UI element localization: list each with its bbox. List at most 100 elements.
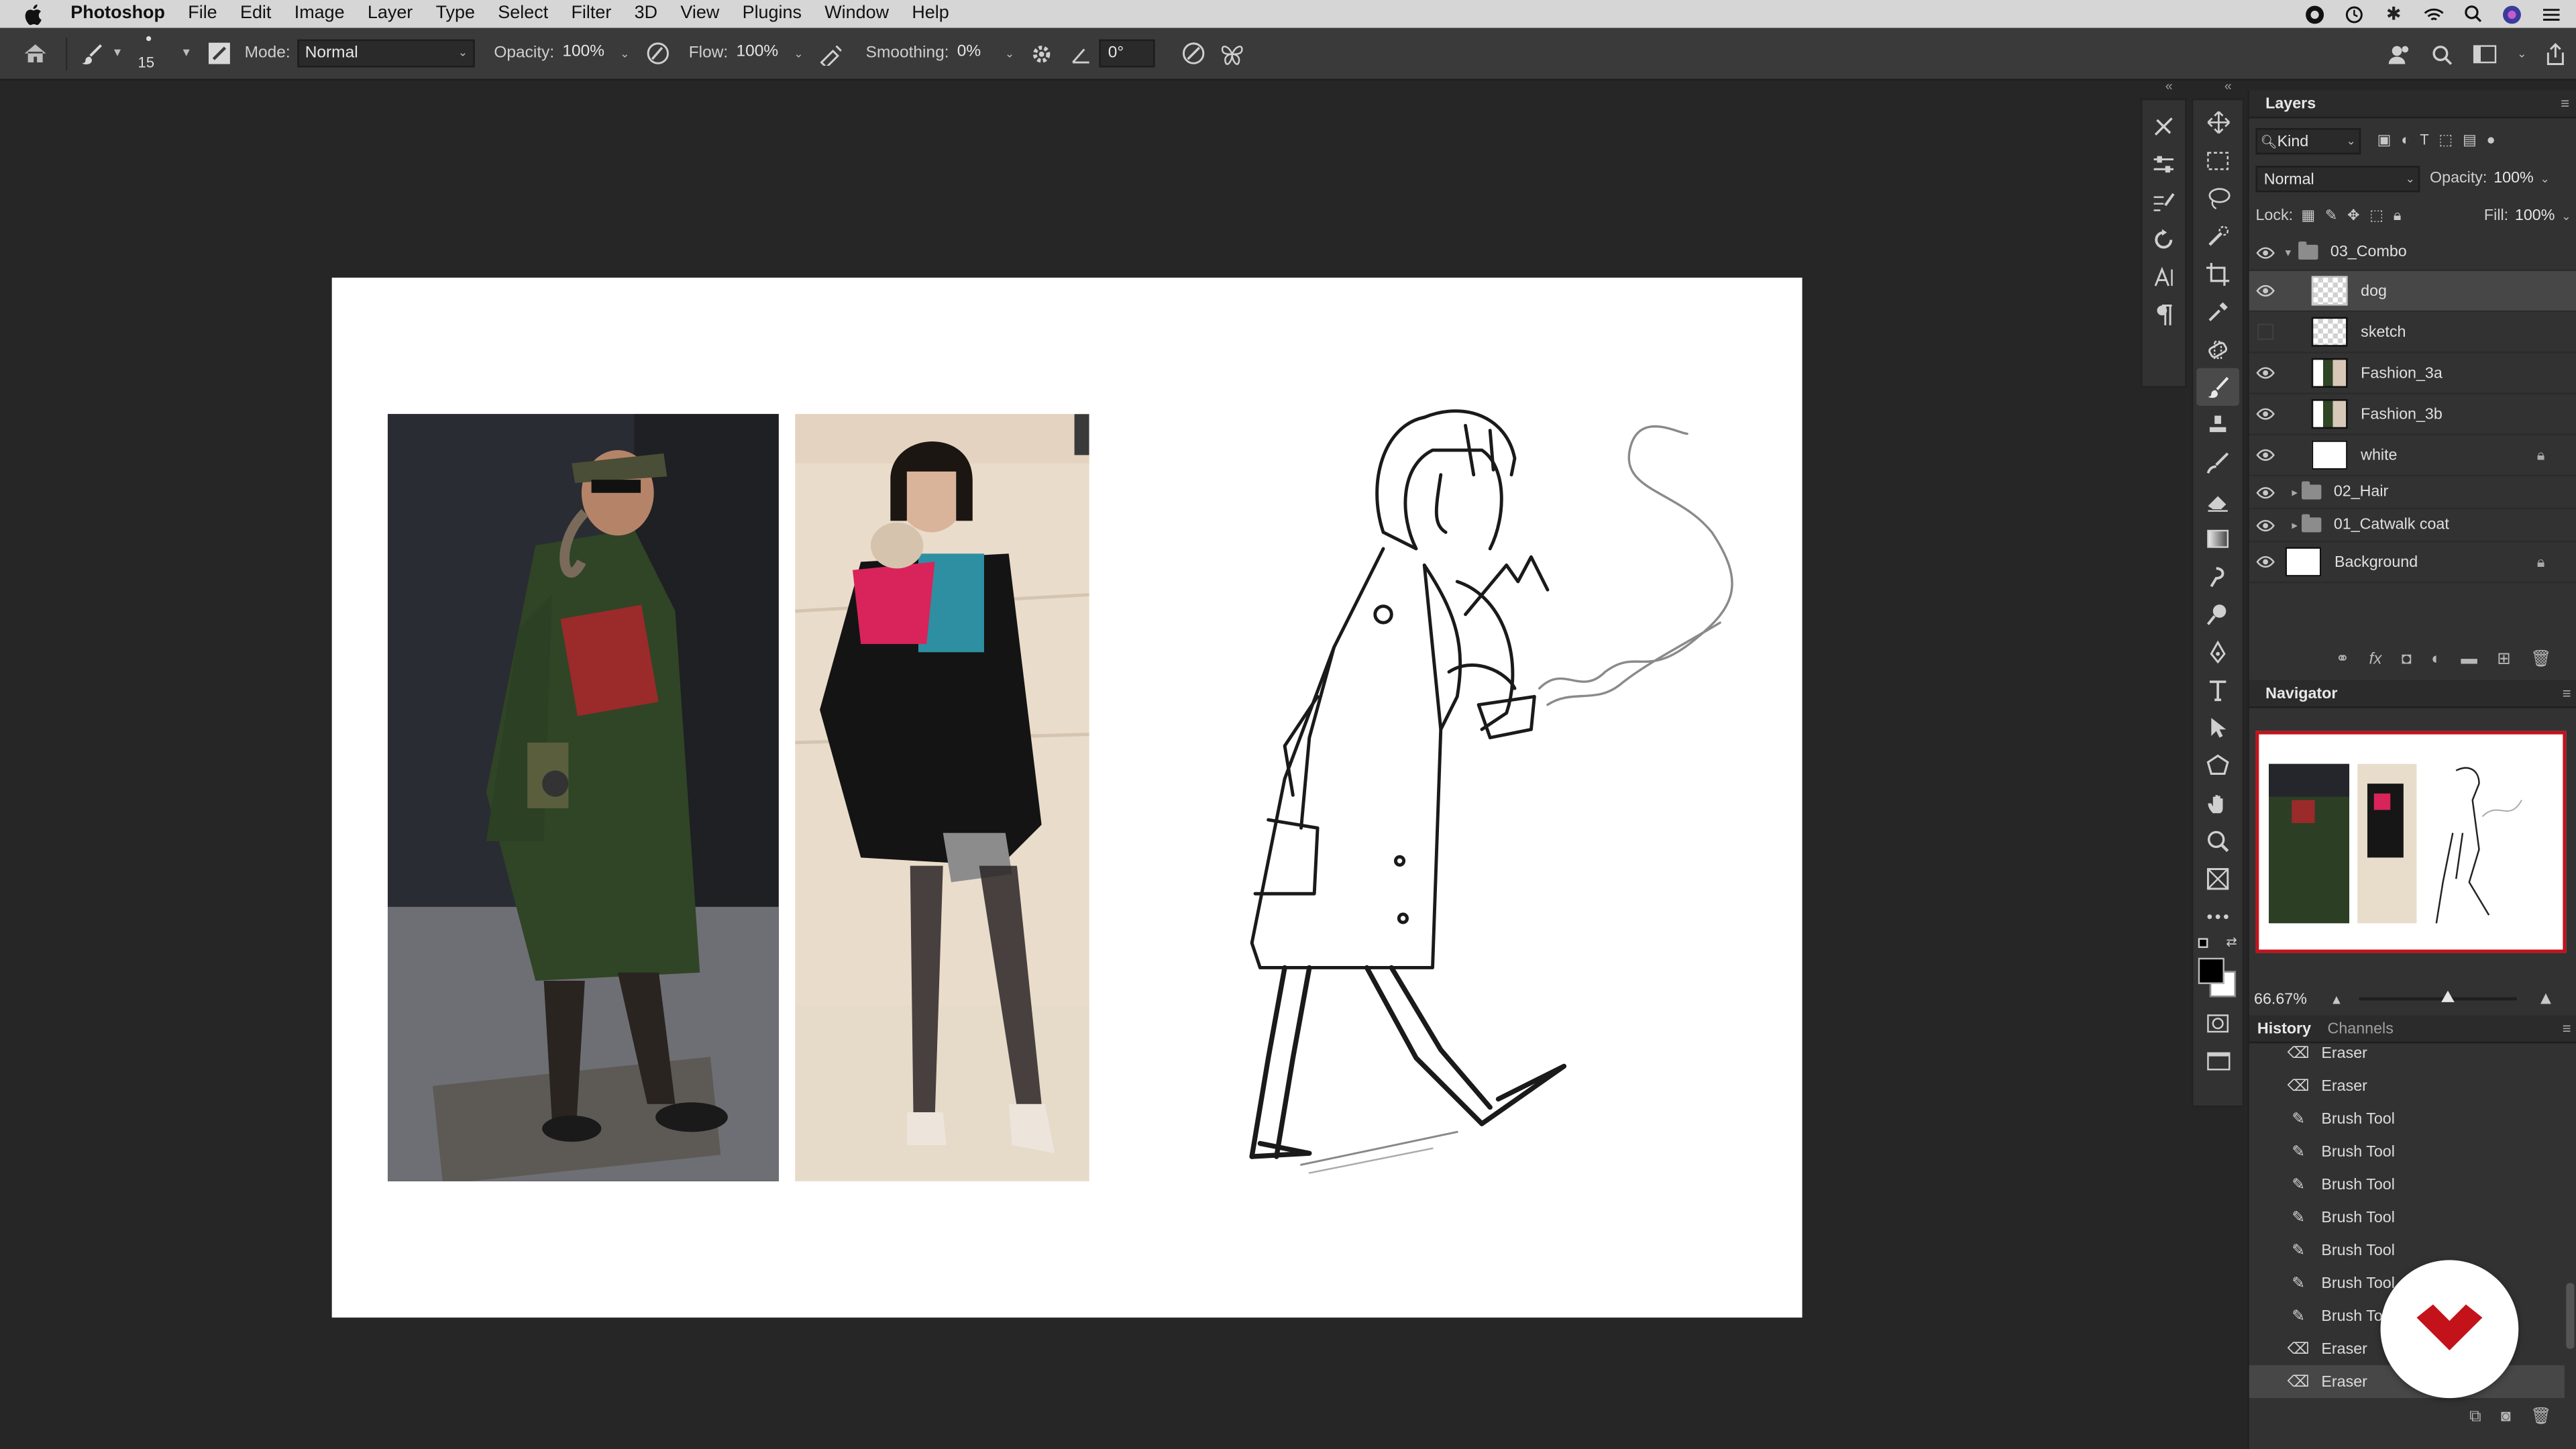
history-item[interactable]: ⌫ Eraser	[2249, 1036, 2565, 1069]
lock-all-icon[interactable]: 🔒︎	[2394, 207, 2402, 225]
group-expanded-chevron-icon[interactable]: ▾	[2286, 246, 2292, 259]
zoom-slider-handle[interactable]	[2441, 990, 2455, 1002]
history-item[interactable]: ✎ Brush Tool	[2249, 1201, 2565, 1234]
new-group-icon[interactable]: ▬	[2461, 651, 2477, 669]
menu-plugins[interactable]: Plugins	[731, 0, 813, 28]
frame-tool-icon[interactable]	[2196, 859, 2239, 897]
visibility-eye-icon[interactable]	[2249, 519, 2282, 532]
clone-stamp-tool-icon[interactable]	[2196, 406, 2239, 443]
flow-input[interactable]: 100%	[735, 40, 781, 68]
pen-tool-icon[interactable]	[2196, 633, 2239, 670]
history-rotate-icon[interactable]	[2142, 220, 2185, 258]
navigator-preview[interactable]	[2255, 731, 2567, 953]
menu-3d[interactable]: 3D	[623, 0, 669, 28]
smoothing-settings-gear-icon[interactable]	[1028, 39, 1057, 68]
workspace-chevron-icon[interactable]: ⌄	[2517, 48, 2526, 60]
delete-layer-icon[interactable]: 🗑︎	[2530, 651, 2551, 669]
airbrush-icon[interactable]	[816, 39, 846, 68]
fill-chevron-icon[interactable]: ⌄	[2561, 209, 2571, 223]
spotlight-search-icon[interactable]	[2461, 3, 2484, 25]
record-icon[interactable]	[2303, 3, 2326, 25]
smudge-tool-icon[interactable]	[2196, 557, 2239, 594]
history-item[interactable]: ✎ Brush Tool	[2249, 1102, 2565, 1135]
swap-colors-icon[interactable]: ⇄	[2226, 934, 2237, 949]
brush-angle-input[interactable]: 0°	[1099, 39, 1156, 68]
new-layer-icon[interactable]: ⊞	[2497, 651, 2511, 669]
collapse-panel-left-icon[interactable]: «	[2165, 79, 2173, 94]
visibility-eye-icon[interactable]	[2249, 407, 2282, 421]
lasso-tool-icon[interactable]	[2196, 179, 2239, 217]
brush-settings-panel-icon[interactable]	[205, 39, 235, 68]
pressure-size-icon[interactable]	[1179, 39, 1208, 68]
search-icon[interactable]	[2426, 40, 2456, 69]
lock-artboard-icon[interactable]: ⬚	[2369, 207, 2383, 225]
filter-adjustment-icon[interactable]: ◐	[2401, 131, 2410, 150]
share-users-icon[interactable]	[2384, 40, 2414, 69]
quick-mask-icon[interactable]	[2196, 1004, 2239, 1041]
link-layers-icon[interactable]: ⚭	[2336, 651, 2350, 669]
properties-panel-icon[interactable]	[2142, 107, 2185, 144]
menu-select[interactable]: Select	[486, 0, 559, 28]
menu-app-name[interactable]: Photoshop	[59, 0, 176, 28]
navigator-zoom-value[interactable]: 66.67%	[2254, 990, 2307, 1008]
pressure-opacity-icon[interactable]	[643, 39, 672, 68]
visibility-empty-slot[interactable]	[2249, 323, 2282, 340]
menu-image[interactable]: Image	[283, 0, 356, 28]
smoothing-input[interactable]: 0%	[955, 40, 991, 68]
reference-photo-fashion-3a[interactable]	[387, 414, 779, 1181]
zoom-out-icon[interactable]: ▲	[2330, 991, 2343, 1006]
layer-row-dog[interactable]: dog	[2249, 271, 2576, 313]
zoom-tool-icon[interactable]	[2196, 821, 2239, 859]
mode-select[interactable]: Normal ⌄	[297, 39, 474, 68]
layers-panel-menu-icon[interactable]: ≡	[2561, 95, 2569, 111]
adjustments-panel-icon[interactable]	[2142, 145, 2185, 182]
path-selection-tool-icon[interactable]	[2196, 708, 2239, 746]
visibility-eye-icon[interactable]	[2249, 555, 2282, 569]
gradient-tool-icon[interactable]	[2196, 519, 2239, 557]
layer-opacity-chevron-icon[interactable]: ⌄	[2540, 172, 2550, 184]
layer-row-sketch[interactable]: sketch	[2249, 312, 2576, 354]
menu-layer[interactable]: Layer	[356, 0, 425, 28]
layer-row-fashion-3b[interactable]: Fashion_3b	[2249, 394, 2576, 435]
filter-shape-icon[interactable]: ⬚	[2438, 131, 2453, 150]
apple-icon[interactable]	[23, 3, 46, 25]
menu-help[interactable]: Help	[900, 0, 961, 28]
opacity-chevron-icon[interactable]: ⌄	[620, 47, 629, 60]
document-canvas[interactable]	[331, 277, 1803, 1318]
layer-row-01-catwalk-coat[interactable]: ▸ 01_Catwalk coat	[2249, 509, 2576, 543]
layer-row-fashion-3a[interactable]: Fashion_3a	[2249, 354, 2576, 394]
canvas-workspace[interactable]	[0, 82, 2136, 1449]
filter-smart-object-icon[interactable]: ▤	[2463, 131, 2477, 150]
layer-blend-mode-select[interactable]: Normal ⌄	[2255, 165, 2420, 192]
filter-toggle-icon[interactable]: ●	[2486, 131, 2495, 150]
type-tool-icon[interactable]	[2196, 670, 2239, 708]
collapse-panel-right-icon[interactable]: «	[2224, 79, 2232, 94]
brush-size-chevron-icon[interactable]: ▼	[180, 48, 192, 59]
visibility-eye-icon[interactable]	[2249, 449, 2282, 462]
eyedropper-tool-icon[interactable]	[2196, 292, 2239, 330]
share-export-icon[interactable]	[2540, 40, 2569, 69]
quick-selection-tool-icon[interactable]	[2196, 217, 2239, 254]
eraser-tool-icon[interactable]	[2196, 482, 2239, 519]
default-colors-icon[interactable]	[2198, 938, 2208, 949]
visibility-eye-icon[interactable]	[2249, 366, 2282, 380]
visibility-eye-icon[interactable]	[2249, 486, 2282, 499]
home-icon[interactable]	[19, 39, 49, 68]
reference-photo-fashion-3b[interactable]	[795, 414, 1089, 1181]
tab-navigator[interactable]: Navigator	[2257, 680, 2346, 708]
delete-state-icon[interactable]: 🗑︎	[2530, 1408, 2551, 1426]
color-swatches[interactable]: ⇄	[2193, 934, 2242, 1004]
brush-size-picker[interactable]: 15	[136, 32, 176, 75]
add-mask-icon[interactable]: ◘	[2402, 651, 2412, 669]
brush-preset-chevron-icon[interactable]: ▼	[112, 48, 123, 59]
brush-settings-icon[interactable]	[2142, 182, 2185, 220]
healing-brush-tool-icon[interactable]	[2196, 330, 2239, 368]
history-brush-tool-icon[interactable]	[2196, 443, 2239, 481]
lock-position-icon[interactable]: ✥	[2347, 207, 2359, 225]
opacity-input[interactable]: 100%	[561, 40, 607, 68]
history-item[interactable]: ✎ Brush Tool	[2249, 1234, 2565, 1267]
flow-chevron-icon[interactable]: ⌄	[794, 47, 803, 60]
time-machine-icon[interactable]	[2343, 3, 2365, 25]
layer-opacity-input[interactable]: 100%	[2493, 169, 2534, 187]
lock-transparency-icon[interactable]: ▦	[2301, 207, 2315, 225]
